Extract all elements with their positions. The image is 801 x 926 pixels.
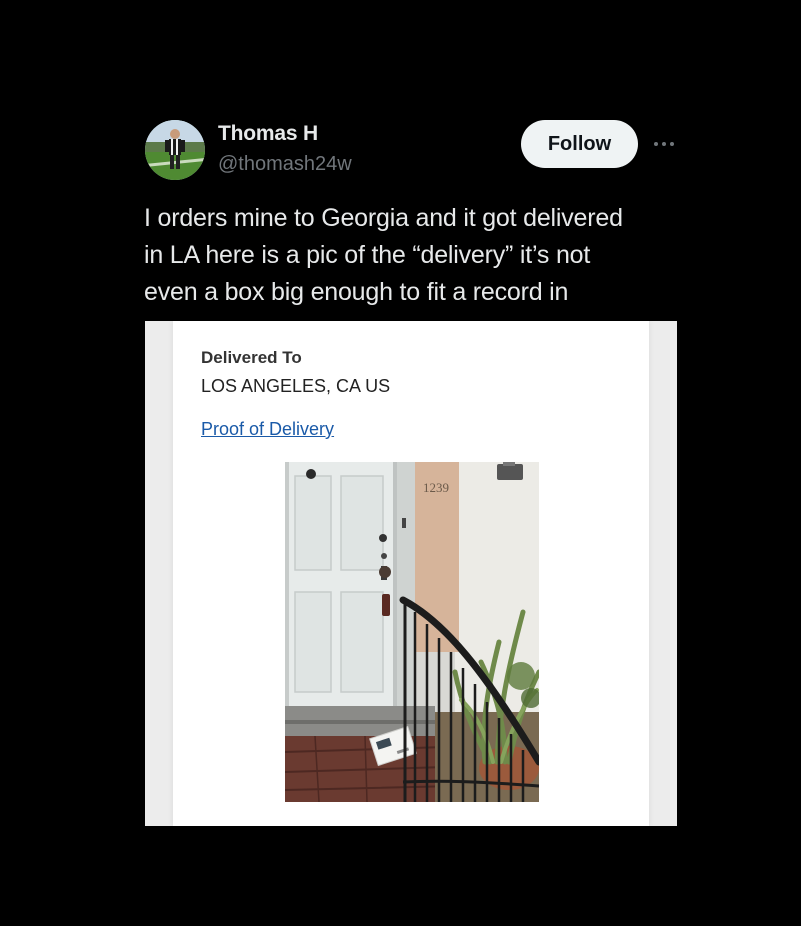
tweet: Thomas H @thomash24w Follow I orders min… [0,0,801,926]
house-number: 1239 [423,480,449,495]
avatar-photo-icon [145,120,205,180]
author-name[interactable]: Thomas H [218,122,318,146]
delivered-to-label: Delivered To [201,348,302,367]
delivery-photo: 1239 [285,462,539,802]
more-dot [654,142,658,146]
proof-of-delivery-link[interactable]: Proof of Delivery [201,419,334,440]
more-dot [662,142,666,146]
follow-button[interactable]: Follow [521,120,638,168]
tweet-text-line: I orders mine to Georgia and it got deli… [144,204,623,232]
author-avatar[interactable] [145,120,205,180]
tweet-media[interactable]: Delivered To LOS ANGELES, CA US Proof of… [145,321,677,826]
tweet-text-line: even a box big enough to fit a record in [144,278,569,306]
author-handle[interactable]: @thomash24w [218,153,352,176]
more-options-icon[interactable] [648,130,680,158]
delivery-photo-image: 1239 [285,462,539,802]
delivered-to-value: LOS ANGELES, CA US [201,376,391,396]
tweet-text: I orders mine to Georgia and it got deli… [144,200,684,311]
more-dot [670,142,674,146]
delivery-screenshot-card: Delivered To LOS ANGELES, CA US Proof of… [173,321,649,826]
tweet-text-line: in LA here is a pic of the “delivery” it… [144,241,591,269]
